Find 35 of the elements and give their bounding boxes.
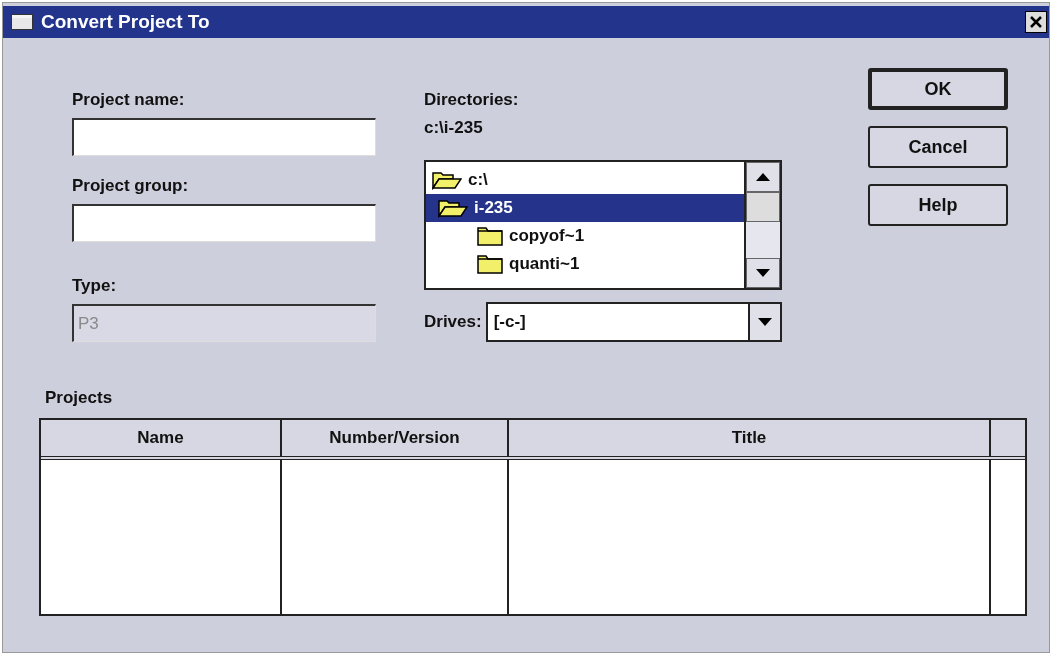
input-field[interactable] bbox=[72, 118, 376, 156]
dialog-button[interactable]: Cancel bbox=[868, 126, 1008, 168]
field-value: P3 bbox=[78, 313, 99, 334]
column-header[interactable]: Title bbox=[509, 420, 991, 456]
drives-label: Drives: bbox=[424, 312, 482, 332]
dialog-button[interactable]: OK bbox=[868, 68, 1008, 110]
directory-item[interactable]: quanti~1 bbox=[426, 250, 744, 278]
directory-item[interactable]: c:\ bbox=[426, 166, 744, 194]
directory-list[interactable]: c:\ i-235 copyof~1 quanti~1 bbox=[424, 160, 782, 290]
dropdown-arrow-icon bbox=[758, 318, 772, 326]
open-folder-icon bbox=[432, 170, 462, 190]
drive-dropdown[interactable]: [-c-] bbox=[485, 302, 782, 342]
current-path: c:\i-235 bbox=[424, 118, 484, 138]
close-button[interactable] bbox=[1025, 11, 1047, 33]
scroll-thumb[interactable] bbox=[746, 192, 780, 222]
directories-label: Directories: bbox=[424, 90, 520, 110]
directory-item[interactable]: copyof~1 bbox=[426, 222, 744, 250]
column-header[interactable]: Name bbox=[41, 420, 282, 456]
folder-icon bbox=[477, 254, 503, 274]
field-label: Project name: bbox=[72, 90, 186, 110]
open-folder-icon bbox=[438, 198, 468, 218]
scrollbar[interactable] bbox=[744, 162, 780, 288]
dialog-button[interactable]: Help bbox=[868, 184, 1008, 226]
folder-icon bbox=[477, 226, 503, 246]
window-menu-icon[interactable] bbox=[11, 14, 33, 30]
scroll-up-icon bbox=[756, 173, 770, 181]
projects-label: Projects bbox=[45, 388, 114, 408]
directory-item[interactable]: i-235 bbox=[426, 194, 744, 222]
close-icon bbox=[1029, 15, 1043, 29]
scroll-down-icon bbox=[756, 269, 770, 277]
input-field[interactable] bbox=[72, 204, 376, 242]
column-header[interactable]: Number/Version bbox=[282, 420, 509, 456]
window-title: Convert Project To bbox=[41, 11, 211, 33]
field-label: Type: bbox=[72, 276, 118, 296]
field-label: Project group: bbox=[72, 176, 190, 196]
